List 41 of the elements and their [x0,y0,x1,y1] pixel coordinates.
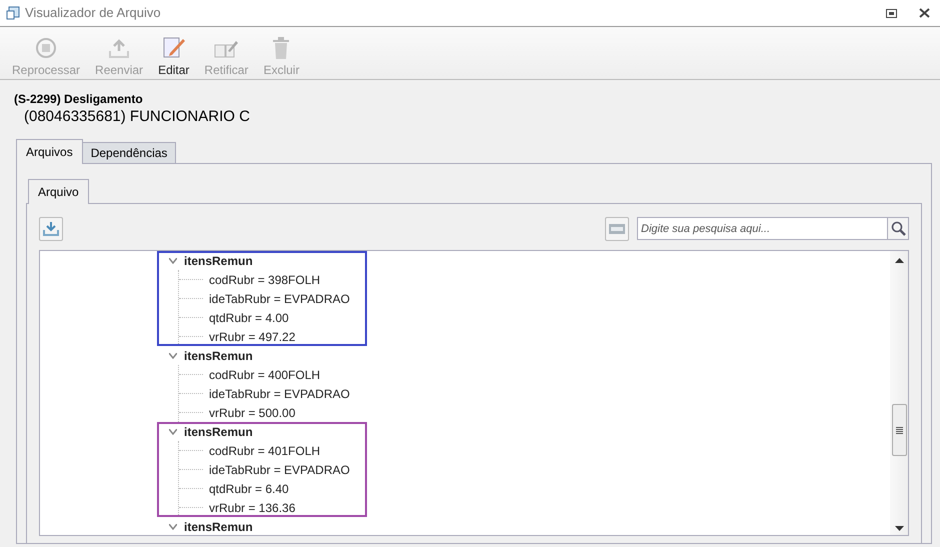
tree-leaf[interactable]: ideTabRubr = EVPADRAO [209,290,350,308]
tab[interactable]: Dependências [82,142,176,163]
tree-leaf[interactable]: ideTabRubr = EVPADRAO [209,460,350,478]
search-field[interactable]: Digite sua pesquisa aqui... [637,217,888,240]
restore-icon[interactable] [886,8,897,18]
trash-icon [272,37,290,59]
tree-leaf[interactable]: qtdRubr = 6.40 [209,480,289,498]
xml-file-icon [609,224,625,234]
pencil-page-icon [162,35,186,59]
tree-leaf[interactable]: vrRubr = 497.22 [209,328,296,346]
search-icon [890,221,906,236]
download-button[interactable] [39,216,63,240]
record-title: (S-2299) Desligamento [14,91,144,106]
tab[interactable]: Arquivos [16,139,83,164]
tree-node[interactable]: itensRemun [184,518,253,535]
scrollbar[interactable] [890,251,908,535]
xml-button[interactable] [605,216,629,240]
tab[interactable]: Arquivo [28,179,89,204]
tree-leaf[interactable]: codRubr = 401FOLH [209,442,320,460]
tree-node[interactable]: itensRemun [184,346,253,364]
tree-leaf[interactable]: ideTabRubr = EVPADRAO [209,384,350,402]
tree-node[interactable]: itensRemun [184,422,253,440]
upload-icon [108,39,130,59]
scroll-down-icon[interactable] [894,526,904,531]
window-title: Visualizador de Arquivo [25,4,161,22]
close-icon[interactable] [919,8,930,18]
employee-name: (08046335681) FUNCIONARIO C [24,107,251,127]
scroll-up-icon[interactable] [894,258,904,263]
tree-leaf[interactable]: codRubr = 398FOLH [209,270,320,288]
search-button[interactable] [888,217,909,240]
tree-leaf[interactable]: vrRubr = 136.36 [209,498,296,516]
scroll-thumb[interactable] [892,404,906,456]
tree-leaf[interactable]: qtdRubr = 4.00 [209,308,289,326]
download-icon [43,222,59,236]
tree-node[interactable]: itensRemun [184,252,253,270]
toolbar-button[interactable]: Editar [154,33,194,79]
refresh-icon [35,37,58,59]
book-pencil-icon [214,39,238,59]
app-icon [6,6,20,20]
tree-leaf[interactable]: vrRubr = 500.00 [209,404,296,422]
tree-leaf[interactable]: codRubr = 400FOLH [209,366,320,384]
